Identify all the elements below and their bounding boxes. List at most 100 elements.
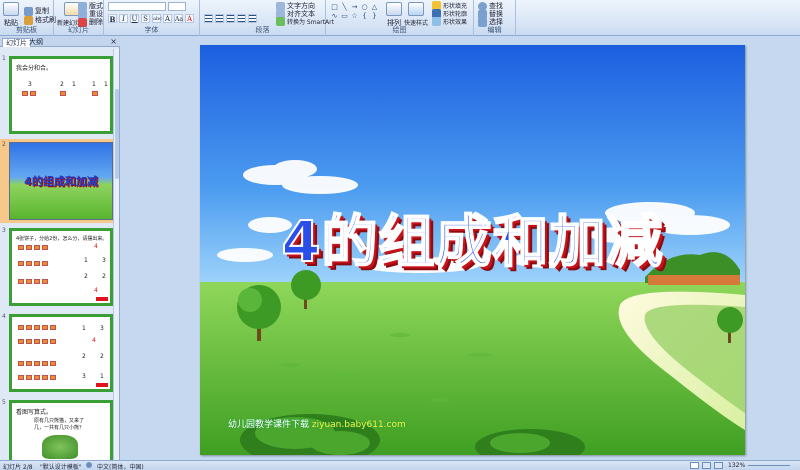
change-case-button[interactable]: Aa <box>174 14 183 23</box>
star-shape-icon[interactable]: ☆ <box>350 12 359 20</box>
group-label: 幻灯片 <box>68 26 89 34</box>
slideshow-icon[interactable] <box>714 462 723 469</box>
brace-shape-icon[interactable]: { <box>360 12 369 20</box>
slide-number: 2 <box>2 141 6 148</box>
watermark: 幼儿园教学课件下载 ziyuan.baby611.com <box>228 417 406 430</box>
slide-thumbnail-2[interactable]: 2 4的组成和加减 <box>0 139 114 223</box>
thumb-text: 几，一共有几只小熊？ <box>34 425 85 431</box>
shadow-button[interactable]: A <box>163 14 172 23</box>
alignment-buttons <box>204 14 257 23</box>
thumb-number: 3 <box>100 325 104 332</box>
theme-name: "默认设计模板" <box>40 464 82 470</box>
thumb-boxes <box>22 91 36 97</box>
quick-styles-button[interactable]: 快速样式 <box>404 2 428 27</box>
brace-close-shape-icon[interactable]: } <box>370 12 379 20</box>
justify-button[interactable] <box>237 14 246 23</box>
format-painter-button[interactable]: 格式刷 <box>24 15 56 25</box>
slide-thumbnail-5[interactable]: 5 看图写算式。 原有几只熊猫，又来了 几，一共有几只小熊？ <box>0 397 114 460</box>
thumb-number: 4 <box>94 243 98 250</box>
slide-preview: 1 3 4 2 2 3 1 <box>9 314 113 392</box>
thumb-cakes <box>18 261 48 267</box>
shapes-gallery[interactable]: □ ╲ → ○ △ ∿ ▭ ☆ { } <box>330 3 379 20</box>
language: 中文(简体，中国) <box>97 464 144 470</box>
paste-icon <box>3 2 19 16</box>
watermark-text: 幼儿园教学课件下载 <box>228 420 310 430</box>
rounded-rect-shape-icon[interactable]: ▭ <box>340 12 349 20</box>
brush-icon <box>24 15 33 25</box>
slide-thumbnail-3[interactable]: 3 4张饼子，分给2份，怎么分，请摆出来。 4 1 3 2 2 4 <box>0 225 114 309</box>
font-color-button[interactable]: A <box>185 14 194 23</box>
scrollbar-thumb[interactable] <box>115 89 119 179</box>
current-slide[interactable]: 4的组成和加减 幼儿园教学课件下载 ziyuan.baby611.com <box>200 45 745 455</box>
thumb-number: 2 <box>60 81 64 88</box>
thumb-number: 3 <box>28 81 32 88</box>
panel-scrollbar[interactable] <box>113 49 119 460</box>
slide-thumbnails: 1 我会分和合。 3 2 1 1 1 2 4的组成和加减 3 4张饼子，分给2份… <box>0 49 114 460</box>
thumb-text: 原有几只熊猫，又来了 <box>34 418 85 424</box>
thumb-number: 1 <box>92 81 96 88</box>
thumb-number: 1 <box>104 81 108 88</box>
oval-shape-icon[interactable]: ○ <box>360 3 369 11</box>
slide-number: 1 <box>2 55 6 62</box>
line-shape-icon[interactable]: ╲ <box>340 3 349 11</box>
thumb-title: 我会分和合。 <box>16 65 53 72</box>
slide-preview: 我会分和合。 3 2 1 1 1 <box>9 56 113 134</box>
thumb-title: 看图写算式。 <box>16 409 53 416</box>
group-label: 字体 <box>144 26 159 34</box>
group-label: 段落 <box>255 26 270 34</box>
align-right-button[interactable] <box>226 14 235 23</box>
strikethrough-button[interactable]: S <box>141 14 150 23</box>
thumb-title: 4张饼子，分给2份，怎么分，请摆出来。 <box>16 236 108 242</box>
thumb-boxes <box>92 91 98 97</box>
slide-title[interactable]: 4的组成和加减 <box>200 197 745 278</box>
bold-button[interactable]: B <box>108 14 117 24</box>
thumb-cakes <box>18 361 56 367</box>
thumb-cakes <box>18 375 56 381</box>
thumb-cakes <box>18 279 48 285</box>
thumb-number: 1 <box>72 81 76 88</box>
columns-button[interactable] <box>248 14 257 23</box>
slide-preview: 4张饼子，分给2份，怎么分，请摆出来。 4 1 3 2 2 4 <box>9 228 113 306</box>
slide-number: 4 <box>2 313 6 320</box>
triangle-shape-icon[interactable]: △ <box>370 3 379 11</box>
curve-shape-icon[interactable]: ∿ <box>330 12 339 20</box>
thumb-title: 4的组成和加减 <box>24 175 98 188</box>
zoom-level[interactable]: 132% <box>728 462 745 469</box>
font-format-buttons: B I U S abc A Aa A <box>108 14 194 24</box>
normal-view-icon[interactable] <box>690 462 699 469</box>
character-spacing-button[interactable]: abc <box>152 14 162 23</box>
ribbon-group-clipboard: 粘贴 复制 格式刷 剪贴板 <box>0 0 56 36</box>
italic-button[interactable]: I <box>119 14 128 23</box>
font-name-dropdown[interactable] <box>108 2 166 11</box>
align-center-button[interactable] <box>215 14 224 23</box>
zoom-slider[interactable] <box>748 465 790 466</box>
slide-thumbnail-1[interactable]: 1 我会分和合。 3 2 1 1 1 <box>0 53 114 137</box>
align-left-button[interactable] <box>204 14 213 23</box>
font-size-dropdown[interactable] <box>168 2 186 11</box>
group-label: 剪贴板 <box>16 26 37 34</box>
thumb-number: 2 <box>84 273 88 280</box>
slide-sorter-icon[interactable] <box>702 462 711 469</box>
thumb-cakes <box>18 339 56 345</box>
arrange-icon <box>386 2 402 16</box>
thumb-cakes <box>18 245 48 251</box>
arrow-shape-icon[interactable]: → <box>350 3 359 11</box>
underline-button[interactable]: U <box>130 14 139 23</box>
thumb-number: 2 <box>100 353 104 360</box>
panel-tabs: 幻灯片 大纲 × <box>0 37 120 47</box>
thumb-number: 3 <box>82 373 86 380</box>
ribbon-group-paragraph: 文字方向 对齐文本 转换为 SmartArt 段落 <box>200 0 334 36</box>
close-panel-icon[interactable]: × <box>110 37 117 46</box>
status-bar: 幻灯片 2/8 "默认设计模板" 中文(简体，中国) 132% <box>0 460 800 470</box>
rectangle-shape-icon[interactable]: □ <box>330 3 339 11</box>
tab-outline[interactable]: 大纲 <box>26 38 46 47</box>
quick-styles-icon <box>408 2 424 16</box>
ribbon-group-editing: 查找 替换 选择 编辑 <box>474 0 516 36</box>
thumb-number: 3 <box>102 257 106 264</box>
slide-thumbnail-4[interactable]: 4 1 3 4 2 2 3 1 <box>0 311 114 395</box>
ribbon-group-slides: 新建幻灯片 版式 重设 删除 幻灯片 <box>54 0 104 36</box>
ribbon-group-font: B I U S abc A Aa A 字体 <box>104 0 200 36</box>
group-label: 绘图 <box>392 26 407 34</box>
spellcheck-icon[interactable] <box>86 462 92 468</box>
thumb-number: 4 <box>94 287 98 294</box>
